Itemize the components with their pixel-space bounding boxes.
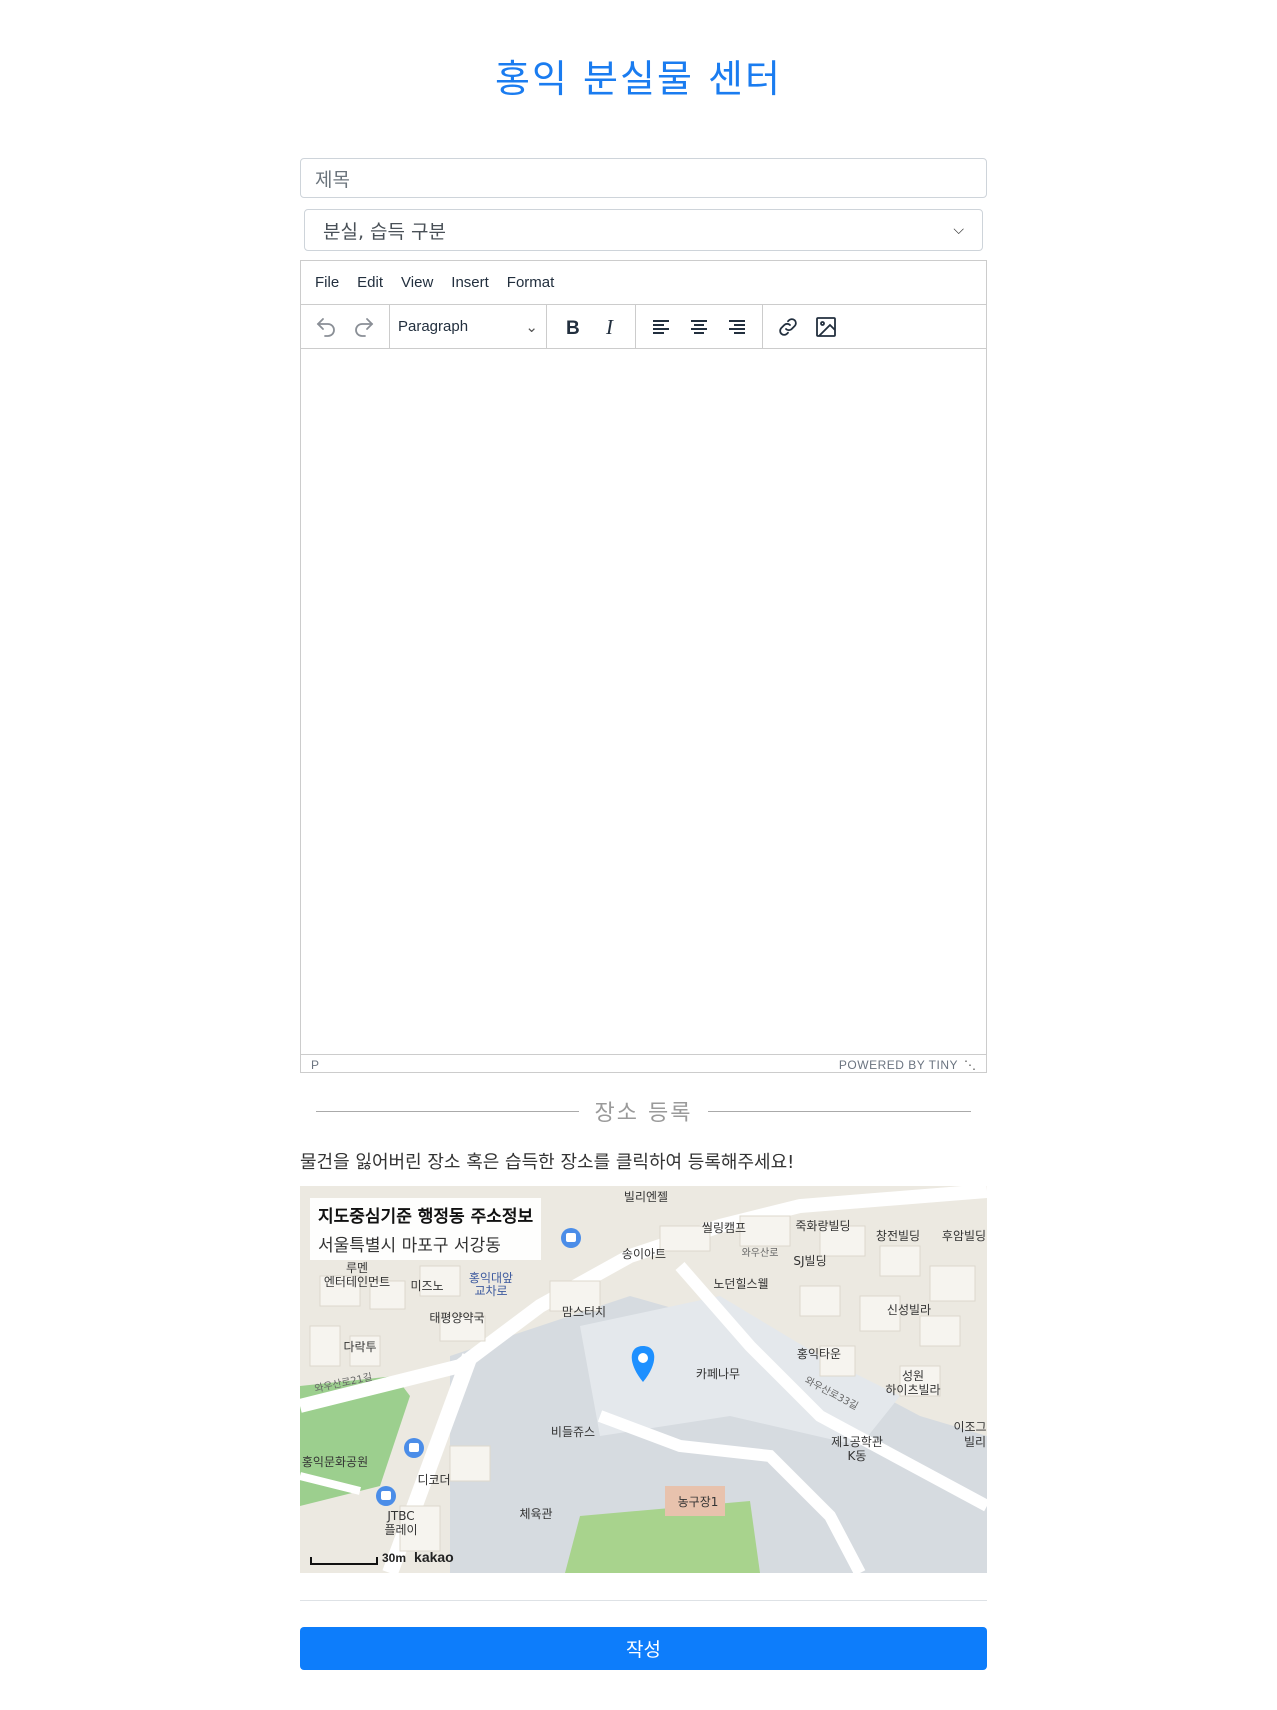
page-title: 홍익 분실물 센터 [495, 57, 782, 101]
location-map[interactable]: 빌리엔젤 씰링캠프 죽화랑빌딩 창전빌딩 후암빌딩 송이아트 SJ빌딩 노던힐스… [300, 1186, 987, 1573]
map-label: JTBC [386, 1509, 414, 1523]
rich-text-editor: File Edit View Insert Format Paragraph ⌄… [300, 260, 987, 1073]
map-label: 성원 [902, 1369, 924, 1383]
menu-view[interactable]: View [401, 274, 433, 291]
menu-edit[interactable]: Edit [357, 274, 383, 291]
map-label: 미즈노 [410, 1279, 443, 1293]
block-format-value: Paragraph [398, 318, 469, 335]
map-label: 디코더 [417, 1473, 450, 1487]
editor-menubar: File Edit View Insert Format [301, 261, 986, 304]
map-label: 제1공학관 [831, 1435, 883, 1449]
scale-label: 30m [382, 1551, 407, 1565]
address-title: 지도중심기준 행정동 주소정보 [318, 1207, 534, 1227]
image-icon[interactable] [807, 310, 845, 344]
align-right-icon[interactable] [718, 310, 756, 344]
map-label: 송이아트 [622, 1247, 666, 1261]
editor-content-area[interactable] [301, 349, 986, 1054]
map-label: 교차로 [474, 1284, 507, 1298]
undo-icon[interactable] [307, 310, 345, 344]
align-center-icon[interactable] [680, 310, 718, 344]
form-divider [300, 1600, 987, 1601]
powered-by-link[interactable]: POWERED BY TINY [839, 1058, 958, 1072]
address-value: 서울특별시 마포구 서강동 [318, 1236, 501, 1256]
title-input[interactable]: 제목 [300, 158, 987, 198]
map-label: 이조그 [953, 1420, 986, 1434]
chevron-down-icon: ⌄ [525, 318, 538, 336]
editor-statusbar: P POWERED BY TINY ⋱ [301, 1054, 986, 1074]
map-label: 빌리 [964, 1435, 986, 1449]
block-format-dropdown[interactable]: Paragraph ⌄ [390, 305, 547, 348]
menu-insert[interactable]: Insert [451, 274, 489, 291]
map-label: 엔터테인먼트 [324, 1275, 390, 1289]
resize-handle-icon[interactable]: ⋱ [964, 1058, 976, 1072]
section-label: 장소 등록 [594, 1101, 693, 1126]
map-label: 농구장1 [678, 1495, 719, 1509]
submit-button[interactable]: 작성 [300, 1627, 987, 1670]
map-label: 다락투 [343, 1340, 376, 1354]
svg-text:B: B [566, 318, 580, 339]
menu-format[interactable]: Format [507, 274, 555, 291]
address-info-box: 지도중심기준 행정동 주소정보 서울특별시 마포구 서강동 [310, 1198, 542, 1260]
map-label: 카페나무 [696, 1367, 740, 1381]
map-label: 태평양약국 [429, 1310, 484, 1325]
map-scale: 30m kakao [310, 1549, 454, 1565]
map-label: 플레이 [384, 1523, 417, 1537]
chevron-down-icon: ⌵ [953, 222, 964, 238]
title-placeholder: 제목 [315, 168, 350, 191]
map-label: 신성빌라 [887, 1303, 931, 1317]
map-label: 빌리엔젤 [624, 1190, 668, 1204]
map-label: 하이츠빌라 [885, 1383, 940, 1397]
map-label: 창전빌딩 [876, 1229, 920, 1243]
map-label: 루멘 [346, 1261, 368, 1275]
lost-found-select[interactable]: 분실, 습득 구분 ⌵ [304, 209, 983, 251]
align-left-icon[interactable] [642, 310, 680, 344]
map-label: 홍익문화공원 [302, 1455, 368, 1469]
redo-icon[interactable] [345, 310, 383, 344]
map-label: 홍익타운 [797, 1347, 841, 1361]
map-label: 죽화랑빌딩 [795, 1219, 850, 1233]
map-brand-logo: kakao [414, 1549, 454, 1565]
editor-toolbar: Paragraph ⌄ B I [301, 304, 986, 349]
map-label: 맘스터치 [562, 1305, 606, 1319]
link-icon[interactable] [769, 310, 807, 344]
location-instruction: 물건을 잃어버린 장소 혹은 습득한 장소를 클릭하여 등록해주세요! [300, 1152, 795, 1173]
menu-file[interactable]: File [315, 274, 339, 291]
bold-icon[interactable]: B [553, 310, 591, 344]
map-label: 후암빌딩 [942, 1229, 986, 1243]
map-label: 씰링캠프 [702, 1221, 746, 1235]
map-label: SJ빌딩 [793, 1254, 826, 1268]
map-label: 체육관 [519, 1507, 552, 1521]
map-label: K동 [848, 1449, 867, 1463]
location-section-divider: 장소 등록 [300, 1096, 987, 1126]
map-label: 홍익대앞 [469, 1271, 513, 1285]
map-label: 비들쥬스 [551, 1425, 595, 1439]
map-label: 노던힐스웰 [713, 1277, 768, 1291]
select-value: 분실, 습득 구분 [323, 220, 446, 243]
element-path: P [311, 1057, 320, 1072]
svg-text:I: I [605, 315, 614, 339]
map-label: 와우산로 [742, 1247, 779, 1259]
italic-icon[interactable]: I [591, 310, 629, 344]
